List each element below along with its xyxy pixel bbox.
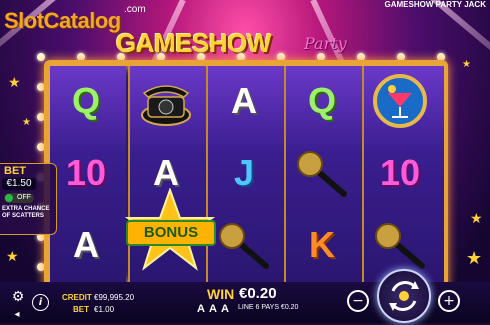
star-icon: ★ [8,75,21,91]
microphone-icon [286,138,358,208]
win-value: €0.20 [239,285,277,302]
credit-label: CREDIT [62,293,92,302]
symbol-10: 10 [364,138,436,208]
game-logo: GAMESHOW [116,28,271,58]
ante-bet-panel: BET €1.50 OFF EXTRA CHANCE OF SCATTERS [0,163,57,235]
symbol-k: K [286,210,358,280]
win-label: WIN [207,286,235,302]
symbol-q: Q [286,66,358,136]
symbol-text: K [309,224,335,265]
symbol-q: Q [50,66,122,136]
winning-symbol: A [197,303,205,315]
settings-gear-icon[interactable]: ⚙ [10,289,26,305]
increase-bet-button[interactable]: + [438,290,460,312]
game-title: GAMESHOW PARTY JACK [384,0,487,9]
symbol-text: J [233,152,255,193]
toggle-knob [5,194,13,202]
reel-1: Q 10 A [50,66,126,284]
symbol-text: Q [71,80,100,121]
bonus-star-icon: BONUS [122,187,218,272]
microphone-icon [208,210,280,280]
decrease-bet-button[interactable]: − [347,290,369,312]
ante-bet-title: BET [4,165,26,177]
star-icon: ★ [6,249,19,265]
phone-icon [130,66,202,136]
spin-button[interactable] [377,269,431,323]
bonus-label: BONUS [126,220,216,246]
symbol-text: A [231,80,257,121]
winning-symbol: A [209,303,217,315]
reel-frame: Q 10 A A A J Q K 10 [44,60,448,290]
symbol-a: A [50,210,122,280]
info-icon[interactable]: i [32,294,49,311]
bulb [37,53,45,61]
winning-symbol: A [221,303,229,315]
symbol-j: J [208,138,280,208]
ante-bet-note: EXTRA CHANCE OF SCATTERS [2,206,50,219]
game-logo-subtitle: Party [304,34,347,53]
line-pays-text: LINE 6 PAYS €0.20 [238,304,299,311]
cocktail-icon [364,66,436,136]
star-icon: ★ [22,117,31,128]
credit-value: €99,995.20 [94,293,135,302]
reel-5: 10 [362,66,444,284]
watermark-logo: SlotCatalog [4,8,121,33]
bet-value: €1.00 [94,305,115,314]
star-icon: ★ [466,248,483,269]
symbol-text: Q [307,80,336,121]
symbol-10: 10 [50,138,122,208]
star-icon: ★ [462,59,471,70]
star-icon: ★ [470,211,483,227]
watermark-suffix: .com [124,4,146,15]
spin-arrows-icon [389,281,419,311]
reel-4: Q K [284,66,362,284]
bet-label: BET [73,305,89,314]
ante-bet-value: €1.50 [2,178,36,190]
symbol-text: 10 [379,152,421,193]
ante-bet-toggle[interactable]: OFF [4,193,34,203]
sound-icon[interactable]: ◂ [10,308,24,320]
symbol-a: A [208,66,280,136]
symbol-text: A [73,224,99,265]
toggle-label: OFF [17,194,31,201]
symbol-text: 10 [65,152,107,193]
